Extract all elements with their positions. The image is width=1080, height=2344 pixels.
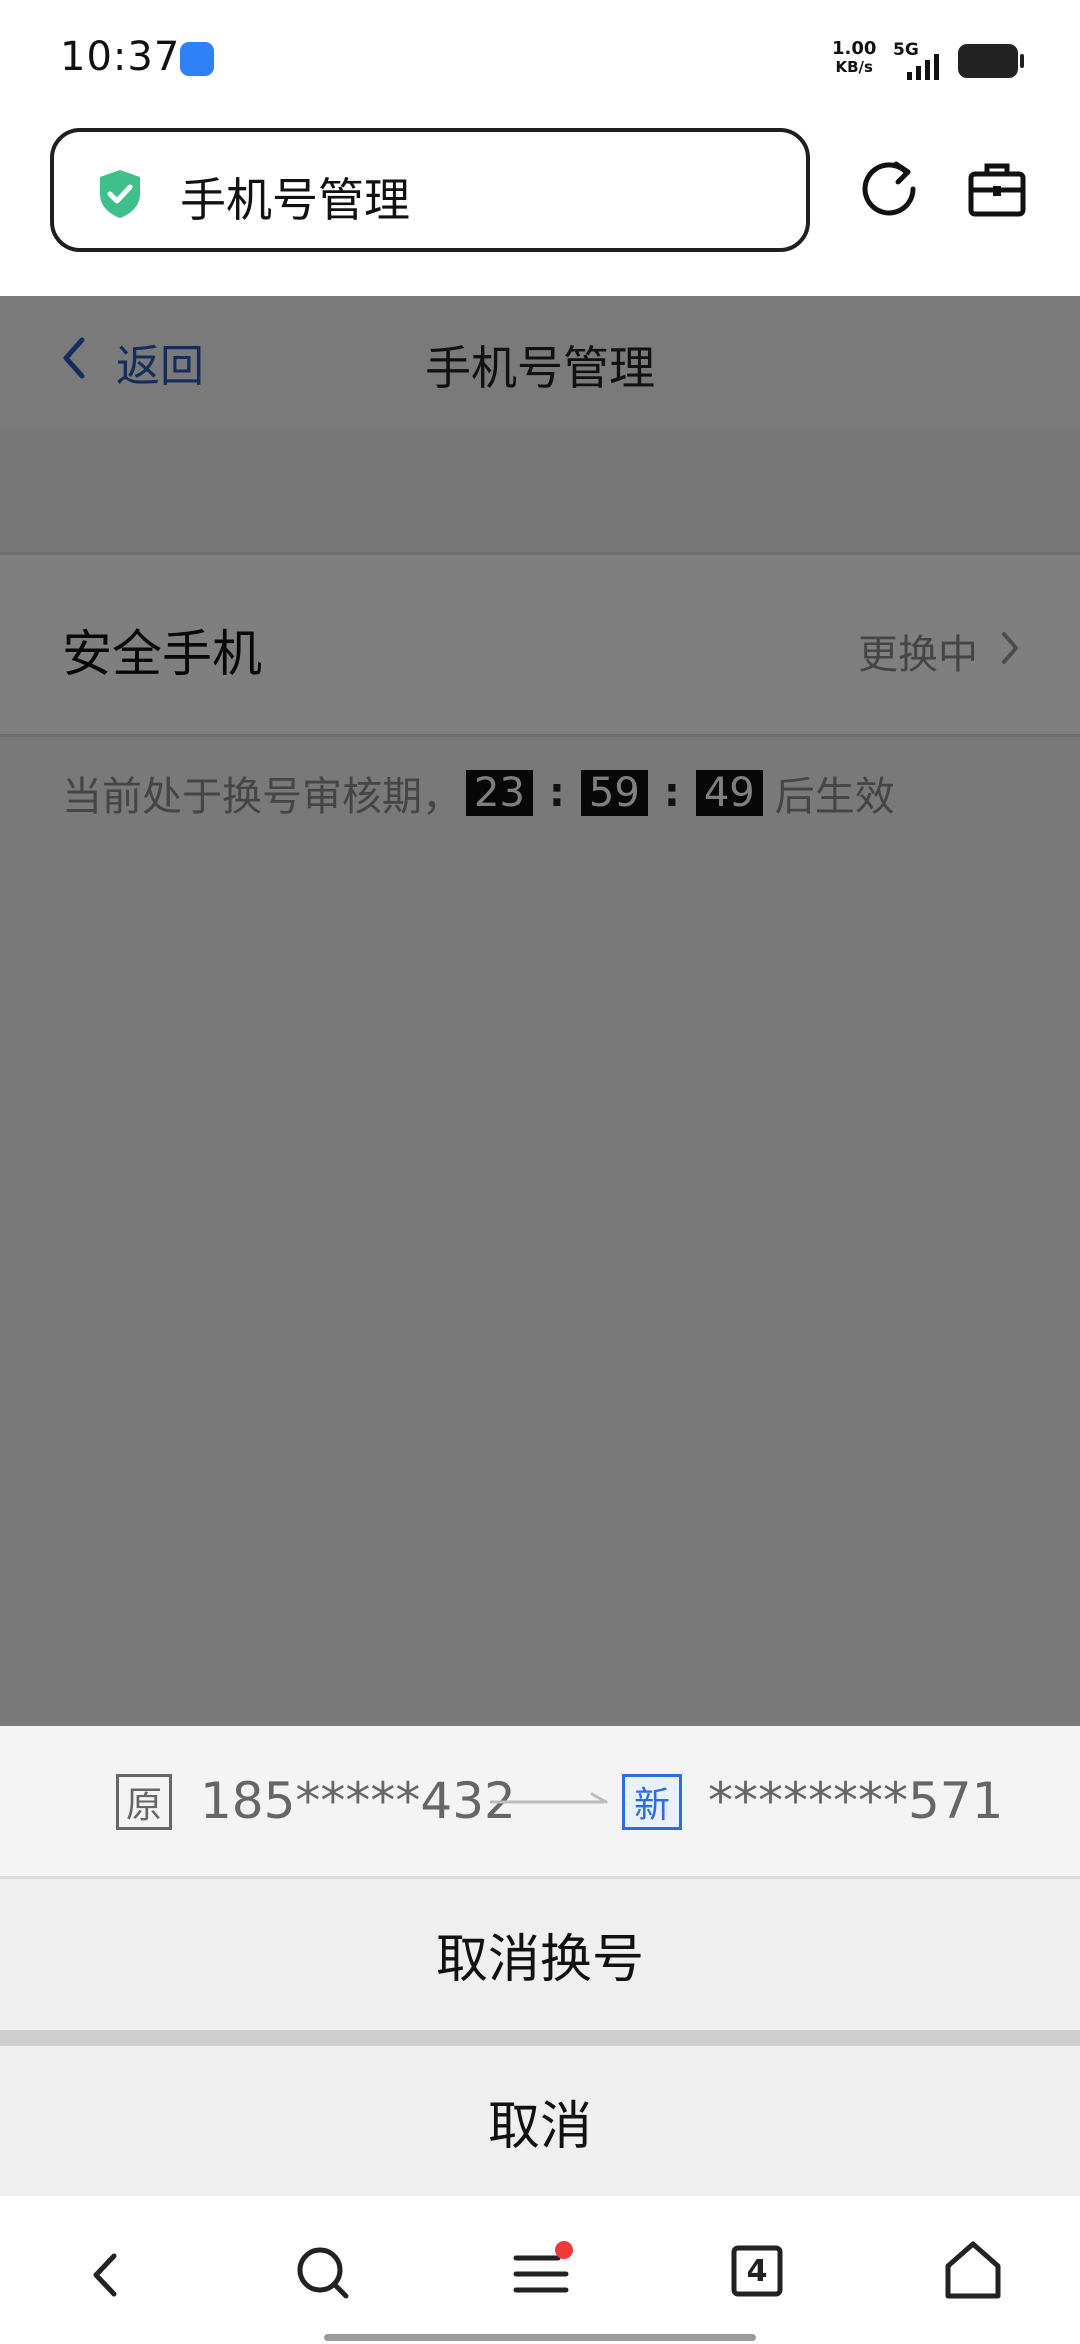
app-notification-icon — [180, 42, 214, 76]
address-bar[interactable] — [50, 128, 810, 252]
refresh-icon[interactable] — [858, 158, 920, 220]
home-icon[interactable] — [938, 2236, 1008, 2306]
status-time: 10:37 — [60, 34, 181, 80]
battery-icon — [958, 44, 1018, 78]
battery-cap — [1020, 54, 1024, 68]
menu-icon[interactable] — [506, 2238, 576, 2308]
tabs-button[interactable]: 4 — [722, 2236, 792, 2306]
modal-overlay[interactable] — [0, 296, 1080, 1726]
search-icon[interactable] — [288, 2238, 358, 2308]
shield-check-icon — [100, 170, 140, 218]
old-number-tag: 原 — [116, 1774, 172, 1830]
network-speed: 1.00 KB/s — [832, 38, 877, 77]
old-number: 185*****432 — [200, 1772, 516, 1830]
tabs-count: 4 — [746, 2253, 768, 2289]
cancel-button[interactable]: 取消 — [0, 2046, 1080, 2196]
cancel-number-change-button[interactable]: 取消换号 — [0, 1879, 1080, 2029]
briefcase-icon[interactable] — [966, 158, 1028, 220]
address-bar-title: 手机号管理 — [180, 173, 410, 227]
home-indicator — [324, 2334, 756, 2341]
new-number-tag: 新 — [622, 1774, 682, 1830]
back-icon[interactable] — [72, 2240, 142, 2310]
new-number: ********571 — [708, 1772, 1004, 1830]
signal-icon — [907, 54, 939, 80]
arrow-right-icon — [490, 1792, 608, 1804]
sheet-spacer — [0, 2030, 1080, 2046]
